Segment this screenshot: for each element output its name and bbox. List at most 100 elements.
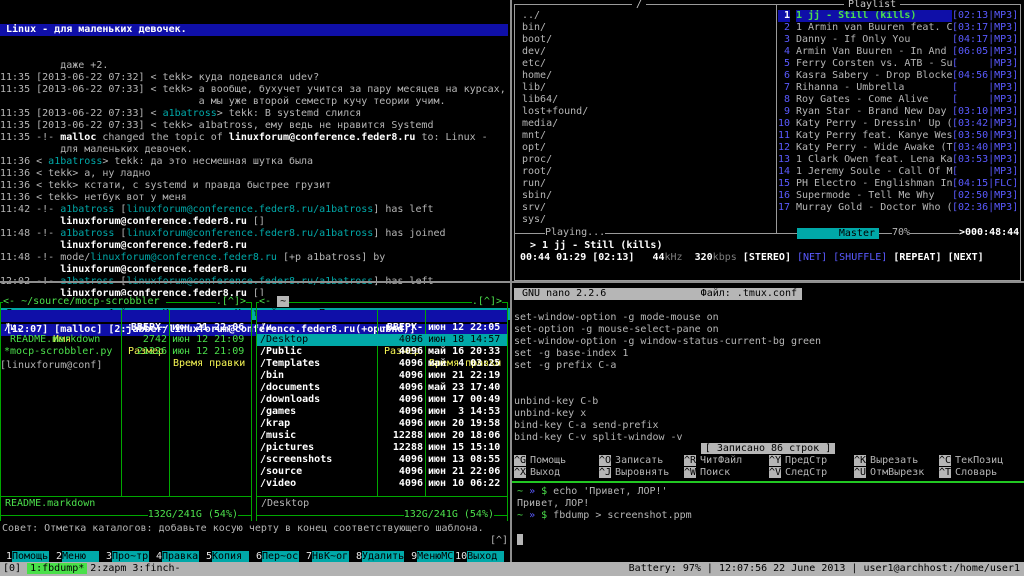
mc-file-row[interactable]: /bin 4096 июн 21 22:19	[257, 370, 507, 382]
file-list-item[interactable]: etc/	[522, 58, 588, 70]
mc-right-file-rows[interactable]: /.. -ВВЕРХ-июн 12 22:05/Desktop 4096 июн 18…	[257, 322, 507, 490]
file-list-item[interactable]: root/	[522, 166, 588, 178]
file-list-item[interactable]: run/	[522, 178, 588, 190]
file-list-item[interactable]: dev/	[522, 46, 588, 58]
file-list-item[interactable]: lib64/	[522, 94, 588, 106]
mc-fkey-8[interactable]: 8Удалить	[350, 551, 405, 563]
playlist-item[interactable]: 5 Ferry Corsten vs. ATB - Su[ |MP3]	[778, 58, 1018, 70]
file-list-item[interactable]: lib/	[522, 82, 588, 94]
mc-file-row[interactable]: /music 12288 июн 20 18:06	[257, 430, 507, 442]
mc-file-row[interactable]: /krap 4096 июн 20 19:58	[257, 418, 507, 430]
mc-file-row[interactable]: /Desktop 4096 июн 18 14:57	[257, 334, 507, 346]
file-list-item[interactable]: sys/	[522, 214, 588, 226]
nano-shortcuts-row1[interactable]: ^G Помощь ^O Записать ^R ЧитФайл ^Y ПредСтр ^K Вы…	[512, 455, 1024, 467]
playlist-item[interactable]: 11 jj - Still (kills) [02:13|MP3]	[778, 10, 1018, 22]
nano-shortcut-ctrl-W[interactable]: ^W Поиск	[684, 467, 730, 479]
file-list-item[interactable]: set -g base-index 1	[514, 348, 821, 360]
nano-shortcut-ctrl-O[interactable]: ^O Записать	[599, 455, 663, 467]
mc-fkey-4[interactable]: 4Правка	[150, 551, 199, 563]
file-list-item[interactable]	[514, 372, 821, 384]
mc-file-row[interactable]: /Templates 4096 май 4 03:25	[257, 358, 507, 370]
mc-file-row[interactable]: *mocp-scrobbler.py 21226 июн 12 21:09	[1, 346, 251, 358]
mc-file-row[interactable]: /source 4096 июн 21 22:06	[257, 466, 507, 478]
mc-file-row[interactable]: /pictures 12288 июн 15 15:10	[257, 442, 507, 454]
nano-shortcut-ctrl-V[interactable]: ^V СледСтр	[769, 467, 827, 479]
file-list-item[interactable]: bind-key C-a send-prefix	[514, 420, 821, 432]
file-list-item[interactable]	[514, 384, 821, 396]
mc-file-row[interactable]: /Public 4096 май 16 20:33	[257, 346, 507, 358]
playlist-item[interactable]: 14 1 Jeremy Soule - Call Of M[ |MP3]	[778, 166, 1018, 178]
file-list-item[interactable]: sbin/	[522, 190, 588, 202]
playlist-item[interactable]: 13 1 Clark Owen feat. Lena Ka[03:53|MP3]	[778, 154, 1018, 166]
nano-shortcut-ctrl-Y[interactable]: ^Y ПредСтр	[769, 455, 827, 467]
nano-shortcuts-row2[interactable]: ^X Выход ^J Выровнять ^W Поиск ^V СледСтр ^U ОтмВ…	[512, 467, 1024, 479]
tmux-window[interactable]: 3:finch-	[129, 563, 183, 574]
mc-fkey-6[interactable]: 6Пер~ос	[250, 551, 299, 563]
moc-playlist[interactable]: 11 jj - Still (kills) [02:13|MP3] 21 Arm…	[778, 10, 1018, 214]
moc-progress-track[interactable]	[522, 265, 1012, 300]
playlist-item[interactable]: 8 Roy Gates - Come Alive [ |MP3]	[778, 94, 1018, 106]
mc-file-row[interactable]: /downloads 4096 июн 17 00:49	[257, 394, 507, 406]
playlist-item[interactable]: 9 Ryan Star - Brand New Day [03:10|MP3]	[778, 106, 1018, 118]
mc-file-row[interactable]: /.. -ВВЕРХ-июн 21 22:06	[1, 322, 251, 334]
file-list-item[interactable]: media/	[522, 118, 588, 130]
file-list-item[interactable]: mnt/	[522, 130, 588, 142]
playlist-item[interactable]: 16 Supermode - Tell Me Why [02:50|MP3]	[778, 190, 1018, 202]
mc-function-key-bar[interactable]: 1Помощь 2Меню 3Про~тр 4Правка 5Копия 6Пер~ос 7…	[0, 551, 512, 563]
nano-shortcut-ctrl-K[interactable]: ^K Вырезать	[854, 455, 918, 467]
mc-file-row[interactable]: /.. -ВВЕРХ-июн 12 22:05	[257, 322, 507, 334]
file-list-item[interactable]: unbind-key x	[514, 408, 821, 420]
mc-fkey-5[interactable]: 5Копия	[200, 551, 249, 563]
mc-fkey-7[interactable]: 7НвК~ог	[300, 551, 349, 563]
playlist-item[interactable]: 15 PH Electro - Englishman In[04:15|FLC]	[778, 178, 1018, 190]
file-list-item[interactable]: srv/	[522, 202, 588, 214]
moc-volume-bar[interactable]: Master	[797, 228, 879, 239]
file-list-item[interactable]: bin/	[522, 22, 588, 34]
mc-left-panel-header[interactable]: 'и Имя Размер Время правки	[1, 310, 251, 369]
playlist-item[interactable]: 17 Murray Gold - Doctor Who ([02:36|MP3]	[778, 202, 1018, 214]
mc-fkey-3[interactable]: 3Про~тр	[100, 551, 149, 563]
playlist-item[interactable]: 10 Katy Perry - Dressin' Up ([03:42|MP3]	[778, 118, 1018, 130]
moc-player-pane[interactable]: / Playlist ../bin/boot/dev/etc/home/lib/…	[512, 0, 1024, 300]
mc-left-panel[interactable]: <- ~/source/mocp-scrobbler .[^]> 'и Имя …	[0, 296, 252, 522]
mc-pane[interactable]: Левая панель Файл Команда Настройки Прав…	[0, 284, 512, 570]
file-list-item[interactable]: opt/	[522, 142, 588, 154]
mc-left-file-rows[interactable]: /.. -ВВЕРХ-июн 21 22:06 README.markdown 27…	[1, 322, 251, 358]
irc-pane[interactable]: Linux - для маленьких девочек. даже +2. 1…	[0, 0, 508, 371]
nano-shortcut-ctrl-X[interactable]: ^X Выход	[514, 467, 560, 479]
mc-fkey-2[interactable]: 2Меню	[50, 551, 99, 563]
mc-col-date[interactable]: Время правки	[173, 358, 245, 370]
nano-shortcut-ctrl-U[interactable]: ^U ОтмВырезк	[854, 467, 924, 479]
nano-shortcut-ctrl-C[interactable]: ^C ТекПозиц	[939, 455, 1003, 467]
file-list-item[interactable]: home/	[522, 70, 588, 82]
mc-fkey-1[interactable]: 1Помощь	[0, 551, 49, 563]
file-list-item[interactable]: set -g prefix C-a	[514, 360, 821, 372]
playlist-item[interactable]: 6 Kasra Sabery - Drop Blocke[04:56|MP3]	[778, 70, 1018, 82]
nano-shortcut-ctrl-T[interactable]: ^T Словарь	[939, 467, 997, 479]
mc-file-row[interactable]: /video 4096 июн 10 06:22	[257, 478, 507, 490]
file-list-item[interactable]: set-window-option -g mode-mouse on	[514, 312, 821, 324]
nano-shortcut-ctrl-J[interactable]: ^J Выровнять	[599, 467, 669, 479]
file-list-item[interactable]: set-option -g mouse-select-pane on	[514, 324, 821, 336]
pane-divider-nano-shell[interactable]	[512, 481, 1024, 483]
playlist-item[interactable]: 4 Armin Van Buuren - In And [06:05|MP3]	[778, 46, 1018, 58]
file-list-item[interactable]: proc/	[522, 154, 588, 166]
file-list-item[interactable]: ../	[522, 10, 588, 22]
mc-fkey-10[interactable]: 10Выход	[455, 551, 505, 563]
tmux-window[interactable]: 2:zapm	[87, 563, 129, 574]
nano-edit-area[interactable]: set-window-option -g mode-mouse on set-op…	[514, 312, 821, 444]
mc-file-row[interactable]: README.markdown 2742 июн 12 21:09	[1, 334, 251, 346]
mc-right-panel[interactable]: <- ~ .[^]> 'и Имя Размер Время правки /.…	[256, 296, 508, 522]
file-list-item[interactable]: lost+found/	[522, 106, 588, 118]
file-list-item[interactable]: boot/	[522, 34, 588, 46]
file-list-item[interactable]: unbind-key C-b	[514, 396, 821, 408]
mc-file-row[interactable]: /screenshots 4096 июн 13 08:55	[257, 454, 507, 466]
file-list-item[interactable]: set-window-option -g window-status-curre…	[514, 336, 821, 348]
nano-shortcut-ctrl-R[interactable]: ^R ЧитФайл	[684, 455, 742, 467]
nano-pane[interactable]: GNU nano 2.2.6 Файл: .tmux.conf set-wind…	[512, 284, 1024, 480]
playlist-item[interactable]: 21 Armin van Buuren feat. C[03:17|MP3]	[778, 22, 1018, 34]
shell-pane[interactable]: ~ » $ echo 'Привет, ЛОР!' Привет, ЛОР! ~ »…	[512, 484, 1024, 562]
playlist-item[interactable]: 12 Katy Perry - Wide Awake (T[03:40|MP3]	[778, 142, 1018, 154]
playlist-item[interactable]: 11 Katy Perry feat. Kanye Wes[03:50|MP3]	[778, 130, 1018, 142]
nano-shortcut-ctrl-G[interactable]: ^G Помощь	[514, 455, 566, 467]
